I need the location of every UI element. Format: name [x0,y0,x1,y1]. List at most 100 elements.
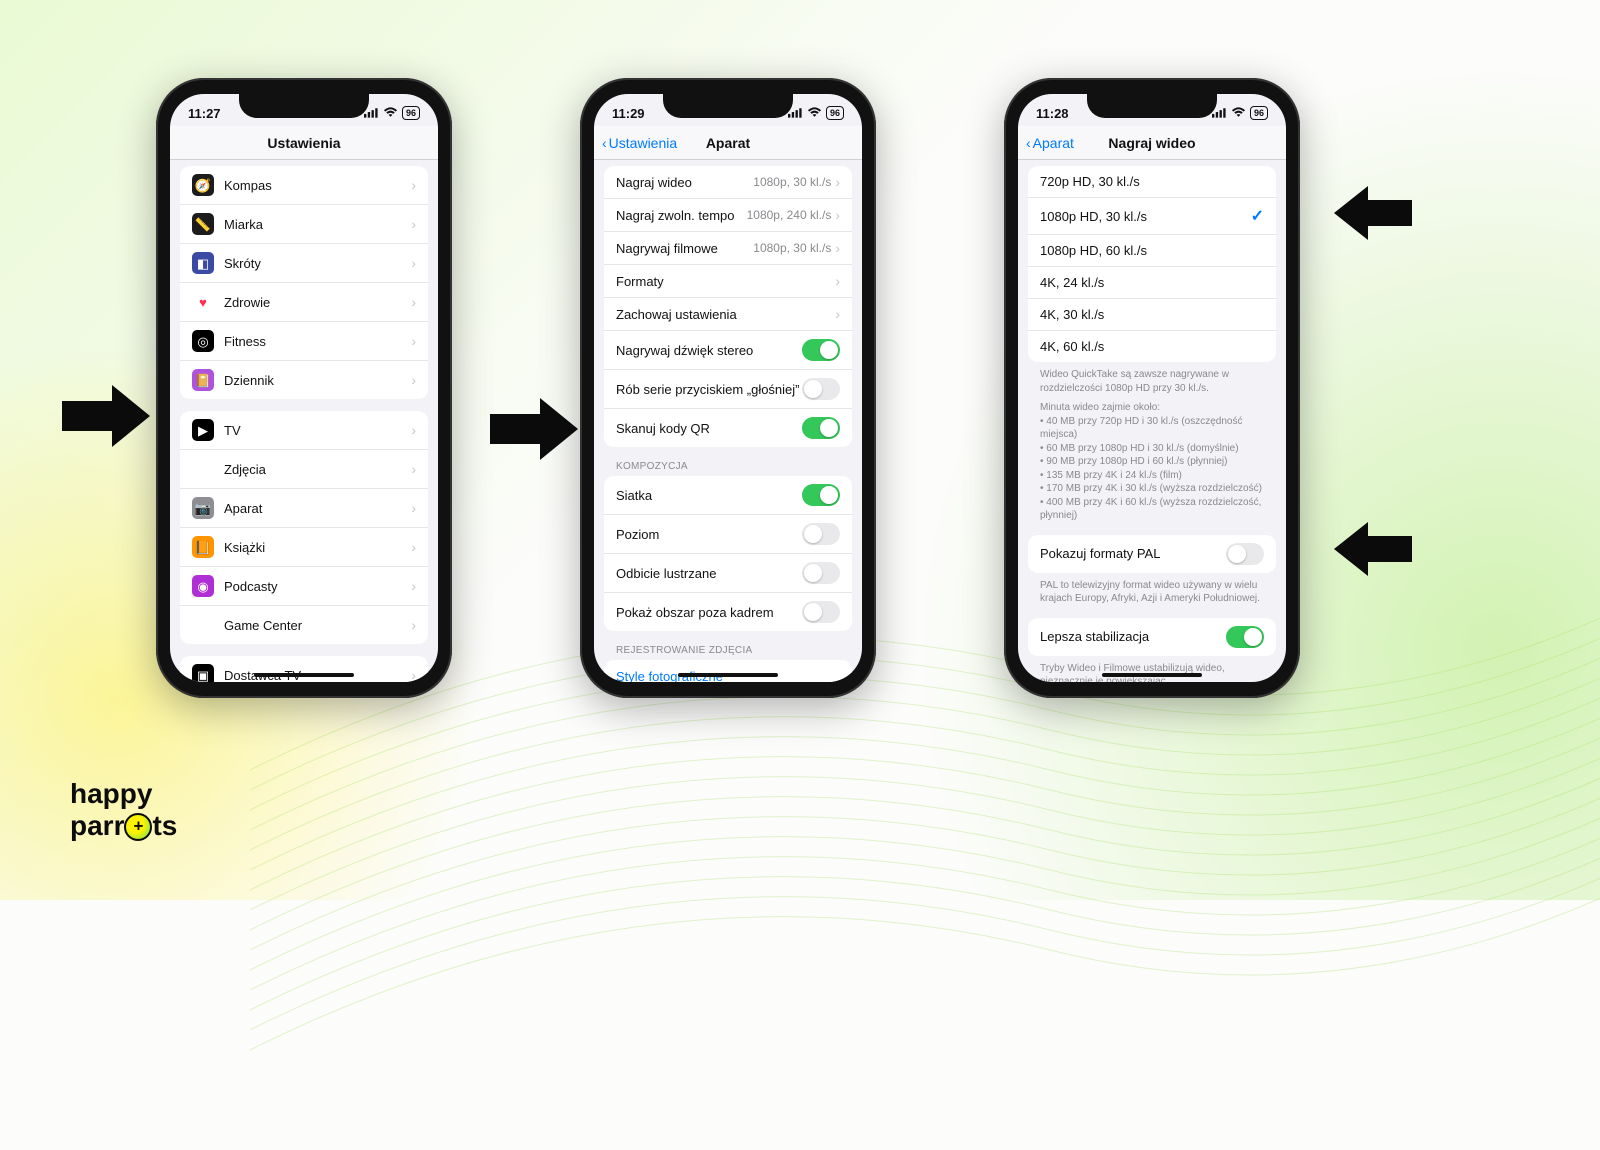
row-label: Odbicie lustrzane [616,566,802,581]
composition-toggle-row[interactable]: Odbicie lustrzane [604,554,852,593]
composition-toggle-row[interactable]: Poziom [604,515,852,554]
pal-note: PAL to telewizyjny format wideo używany … [1018,573,1286,606]
row-label: Fitness [224,334,411,349]
chevron-right-icon: › [411,617,416,633]
row-value: 1080p, 240 kl./s [747,208,832,222]
shortcuts-icon: ◧ [192,252,214,274]
chevron-right-icon: › [411,333,416,349]
toggle-switch[interactable] [802,601,840,623]
size-item: 40 MB przy 720p HD i 30 kl./s (oszczędno… [1040,415,1264,442]
chevron-right-icon: › [411,500,416,516]
row-label: Dziennik [224,373,411,388]
battery-icon: 96 [402,106,420,120]
settings-row[interactable]: 📏 Miarka › [180,205,428,244]
camera-group-composition: Siatka Poziom Odbicie lustrzane Pokaż ob… [604,476,852,631]
wifi-icon [1231,106,1246,121]
row-label: Zachowaj ustawienia [616,307,835,322]
row-label: Poziom [616,527,802,542]
back-button[interactable]: ‹ Ustawienia [602,135,677,151]
settings-row[interactable]: ◎ Fitness › [180,322,428,361]
chevron-right-icon: › [411,667,416,682]
stab-note: Tryby Wideo i Filmowe ustabilizują wideo… [1018,656,1286,683]
chevron-right-icon: › [411,539,416,555]
chevron-right-icon: › [411,461,416,477]
nav-bar: Ustawienia [170,126,438,160]
check-icon: ✓ [1251,206,1264,226]
back-label: Aparat [1033,135,1074,151]
row-label: Książki [224,540,411,555]
camera-toggle-row[interactable]: Rób serie przyciskiem „głośniej” [604,370,852,409]
video-res-option[interactable]: 4K, 60 kl./s [1028,331,1276,362]
phone-record-video: 11:28 96 ‹ Aparat Nagraj wideo 720p HD, … [1004,78,1300,698]
phone-notch [663,94,793,118]
camera-toggle-row[interactable]: Skanuj kody QR [604,409,852,447]
chevron-right-icon: › [835,273,840,289]
size-item: 60 MB przy 1080p HD i 30 kl./s (domyślni… [1040,442,1264,456]
composition-toggle-row[interactable]: Siatka [604,476,852,515]
toggle-switch[interactable] [802,339,840,361]
camera-setting-row[interactable]: Zachowaj ustawienia › [604,298,852,331]
chevron-right-icon: › [835,207,840,223]
nav-bar: ‹ Aparat Nagraj wideo [1018,126,1286,160]
home-indicator [678,673,778,677]
back-button[interactable]: ‹ Aparat [1026,135,1074,151]
toggle-switch[interactable] [802,378,840,400]
quicktake-note: Wideo QuickTake są zawsze nagrywane w ro… [1018,362,1286,523]
camera-group-main: Nagraj wideo 1080p, 30 kl./s › Nagraj zw… [604,166,852,447]
row-label: Skróty [224,256,411,271]
video-res-option[interactable]: 1080p HD, 30 kl./s ✓ [1028,198,1276,235]
step-arrow-1 [62,385,150,447]
stabilization-toggle-row[interactable]: Lepsza stabilizacja [1028,618,1276,656]
row-label: Kompas [224,178,411,193]
settings-row[interactable]: ▶ TV › [180,411,428,450]
video-res-option[interactable]: 4K, 30 kl./s [1028,299,1276,331]
chevron-left-icon: ‹ [602,135,607,151]
toggle-switch[interactable] [802,523,840,545]
settings-row[interactable]: ♥ Zdrowie › [180,283,428,322]
settings-row[interactable]: ◧ Skróty › [180,244,428,283]
back-label: Ustawienia [609,135,677,151]
settings-row[interactable]: 🧭 Kompas › [180,166,428,205]
size-item: 400 MB przy 4K i 60 kl./s (wyższa rozdzi… [1040,496,1264,523]
row-label: 4K, 60 kl./s [1040,339,1264,354]
note-lead: Wideo QuickTake są zawsze nagrywane w ro… [1040,368,1264,395]
row-label: Skanuj kody QR [616,421,802,436]
row-label: Miarka [224,217,411,232]
toggle-switch[interactable] [1226,626,1264,648]
photo-styles-link[interactable]: Style fotograficzne [604,660,852,682]
settings-row[interactable]: ◉ Podcasty › [180,567,428,606]
video-res-option[interactable]: 1080p HD, 60 kl./s [1028,235,1276,267]
settings-row[interactable]: 📷 Aparat › [180,489,428,528]
battery-icon: 96 [1250,106,1268,120]
video-res-option[interactable]: 720p HD, 30 kl./s [1028,166,1276,198]
size-item: 135 MB przy 4K i 24 kl./s (film) [1040,469,1264,483]
gamecenter-icon: ✦ [192,614,214,636]
chevron-right-icon: › [835,240,840,256]
camera-toggle-row[interactable]: Nagrywaj dźwięk stereo [604,331,852,370]
camera-setting-row[interactable]: Nagraj zwoln. tempo 1080p, 240 kl./s › [604,199,852,232]
row-label: Lepsza stabilizacja [1040,629,1226,644]
logo-circle-icon [124,813,152,841]
camera-setting-row[interactable]: Nagrywaj filmowe 1080p, 30 kl./s › [604,232,852,265]
video-res-option[interactable]: 4K, 24 kl./s [1028,267,1276,299]
toggle-switch[interactable] [1226,543,1264,565]
ruler-icon: 📏 [192,213,214,235]
size-list: 40 MB przy 720p HD i 30 kl./s (oszczędno… [1040,415,1264,523]
row-label: TV [224,423,411,438]
settings-row[interactable]: ✿ Zdjęcia › [180,450,428,489]
settings-row[interactable]: 📙 Książki › [180,528,428,567]
camera-setting-row[interactable]: Formaty › [604,265,852,298]
logo-line1: happy [70,781,177,808]
settings-row[interactable]: ▣ Dostawca TV › [180,656,428,682]
books-icon: 📙 [192,536,214,558]
camera-setting-row[interactable]: Nagraj wideo 1080p, 30 kl./s › [604,166,852,199]
row-label: Nagrywaj dźwięk stereo [616,343,802,358]
toggle-switch[interactable] [802,562,840,584]
settings-row[interactable]: ✦ Game Center › [180,606,428,644]
wifi-icon [807,106,822,121]
toggle-switch[interactable] [802,484,840,506]
toggle-switch[interactable] [802,417,840,439]
composition-toggle-row[interactable]: Pokaż obszar poza kadrem [604,593,852,631]
settings-row[interactable]: 📔 Dziennik › [180,361,428,399]
pal-toggle-row[interactable]: Pokazuj formaty PAL [1028,535,1276,573]
